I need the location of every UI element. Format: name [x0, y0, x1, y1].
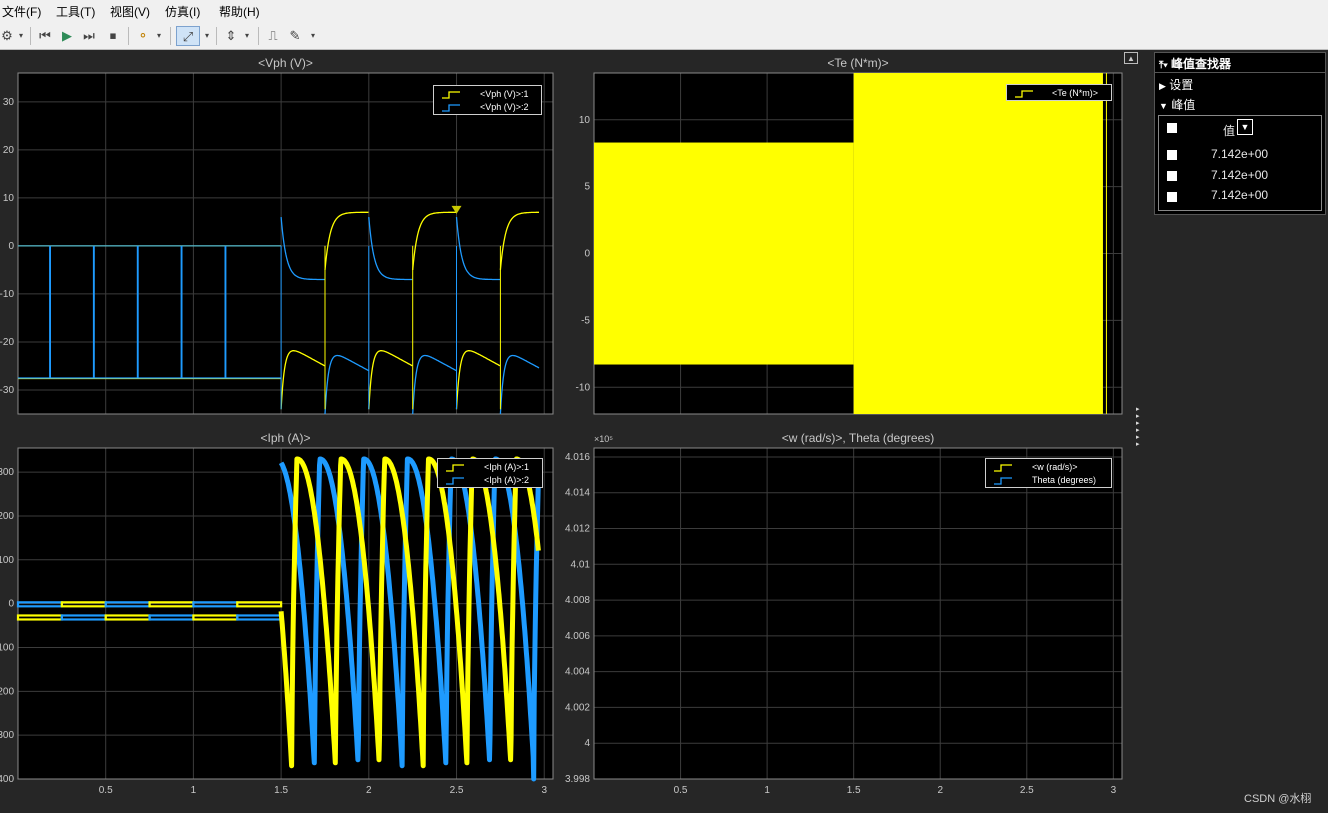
- y-tick-label: 4.004: [565, 667, 590, 678]
- x-tick-label: 1: [764, 785, 770, 796]
- legend-label: <Iph (A)>:1: [484, 462, 530, 472]
- peak-finder-header[interactable]: ⤒▾ 峰值查找器: [1159, 55, 1231, 72]
- expand-arrow-icon: ▶: [1159, 81, 1166, 91]
- x-tick-label: 1.5: [847, 785, 861, 796]
- legend-w-theta: <w (rad/s)> Theta (degrees): [985, 458, 1112, 488]
- y-tick-label: 4.012: [565, 524, 590, 535]
- legend-swatch-blue: [446, 476, 464, 485]
- peak-value: 7.142e+00: [1211, 168, 1269, 182]
- select-all-checkbox[interactable]: [1167, 123, 1177, 133]
- y-tick-label: -5: [581, 315, 590, 326]
- divider: [1155, 72, 1325, 73]
- y-tick-label: 0: [584, 249, 590, 260]
- y-tick-label: 4.002: [565, 702, 590, 713]
- y-tick-label: 10: [3, 193, 15, 204]
- y-tick-label: 20: [3, 145, 15, 156]
- legend-swatch-yellow: [994, 463, 1012, 472]
- y-tick-label: 4.016: [565, 452, 590, 463]
- legend-label: <Vph (V)>:2: [480, 102, 529, 112]
- peak-finder-panel: ⤒▾ 峰值查找器 ▶ 设置 ▼ 峰值 值 ▼ 7.142e+00 7.142e+…: [1154, 52, 1326, 215]
- legend-entry: <Iph (A)>:1: [438, 461, 542, 473]
- legend-label: <w (rad/s)>: [1032, 462, 1078, 472]
- legend-te: <Te (N*m)>: [1006, 84, 1112, 101]
- y-tick-label: -100: [0, 642, 14, 653]
- scope-plots: -30-20-100102030-10-50510-400-300-200-10…: [0, 72, 1123, 796]
- y-tick-label: 300: [0, 467, 14, 478]
- y-axis-multiplier: ×10⁵: [594, 434, 613, 444]
- peaks-label: 峰值: [1171, 98, 1196, 112]
- y-tick-label: 30: [3, 97, 15, 108]
- legend-entry: <Iph (A)>:2: [438, 474, 542, 486]
- peaks-section[interactable]: ▼ 峰值: [1159, 96, 1195, 113]
- dropdown-arrow-icon[interactable]: ▼: [1237, 119, 1253, 135]
- y-tick-label: -300: [0, 730, 14, 741]
- legend-vph: <Vph (V)>:1 <Vph (V)>:2: [433, 85, 542, 115]
- legend-swatch-blue: [994, 476, 1012, 485]
- legend-iph: <Iph (A)>:1 <Iph (A)>:2: [437, 458, 543, 488]
- y-tick-label: -10: [576, 382, 591, 393]
- y-tick-label: -400: [0, 774, 14, 785]
- y-tick-label: 0: [8, 599, 14, 610]
- plot-area: [594, 448, 1122, 779]
- settings-section[interactable]: ▶ 设置: [1159, 76, 1193, 93]
- x-tick-label: 0.5: [99, 785, 113, 796]
- y-tick-label: 3.998: [565, 774, 590, 785]
- expand-panel-icon[interactable]: ▸ ▸ ▸ ▸ ▸ ▸: [1136, 406, 1146, 450]
- legend-swatch-yellow: [446, 463, 464, 472]
- x-tick-label: 1.5: [274, 785, 288, 796]
- peak-value: 7.142e+00: [1211, 147, 1269, 161]
- watermark: CSDN @水栩: [1244, 793, 1312, 805]
- peak-checkbox[interactable]: [1167, 150, 1177, 160]
- y-tick-label: -20: [0, 337, 14, 348]
- y-tick-label: 0: [8, 241, 14, 252]
- y-tick-label: 200: [0, 511, 14, 522]
- x-tick-label: 2.5: [1020, 785, 1034, 796]
- y-tick-label: 100: [0, 555, 14, 566]
- y-tick-label: 4.01: [571, 559, 591, 570]
- peak-finder-title: 峰值查找器: [1170, 57, 1231, 71]
- x-tick-label: 3: [1111, 785, 1117, 796]
- legend-entry: Theta (degrees): [986, 474, 1111, 486]
- y-tick-label: -10: [0, 289, 14, 300]
- x-tick-label: 2: [937, 785, 943, 796]
- series-te-band: [594, 142, 854, 365]
- legend-entry: <Vph (V)>:2: [434, 101, 541, 113]
- y-tick-label: 4.006: [565, 631, 590, 642]
- x-tick-label: 3: [541, 785, 547, 796]
- peak-checkbox[interactable]: [1167, 192, 1177, 202]
- peak-checkbox[interactable]: [1167, 171, 1177, 181]
- legend-swatch-yellow: [1015, 89, 1033, 98]
- legend-label: <Te (N*m)>: [1052, 88, 1099, 98]
- y-tick-label: 4: [584, 738, 590, 749]
- peak-value: 7.142e+00: [1211, 188, 1269, 202]
- legend-label: Theta (degrees): [1032, 475, 1097, 485]
- collapse-arrow-icon[interactable]: ▾: [1163, 60, 1167, 71]
- legend-entry: <Vph (V)>:1: [434, 88, 541, 100]
- collapse-arrow-icon: ▼: [1159, 101, 1168, 111]
- y-tick-label: -30: [0, 385, 14, 396]
- x-tick-label: 0.5: [674, 785, 688, 796]
- y-tick-label: 5: [584, 182, 590, 193]
- peaks-table: 值 ▼ 7.142e+00 7.142e+00 7.142e+00: [1158, 115, 1322, 211]
- undock-icon[interactable]: ▲: [1124, 52, 1138, 64]
- legend-label: <Vph (V)>:1: [480, 89, 529, 99]
- y-tick-label: 4.008: [565, 595, 590, 606]
- legend-entry: <w (rad/s)>: [986, 461, 1111, 473]
- settings-label: 设置: [1169, 78, 1194, 92]
- x-tick-label: 2.5: [450, 785, 464, 796]
- legend-swatch-yellow: [442, 90, 460, 99]
- legend-swatch-blue: [442, 103, 460, 112]
- x-tick-label: 2: [366, 785, 372, 796]
- y-tick-label: -200: [0, 686, 14, 697]
- legend-entry: <Te (N*m)>: [1007, 87, 1111, 99]
- x-tick-label: 1: [191, 785, 197, 796]
- legend-label: <Iph (A)>:2: [484, 475, 530, 485]
- y-tick-label: 10: [579, 115, 591, 126]
- y-tick-label: 4.014: [565, 488, 590, 499]
- value-column-header: 值: [1223, 124, 1236, 138]
- series-te-band: [853, 73, 1103, 414]
